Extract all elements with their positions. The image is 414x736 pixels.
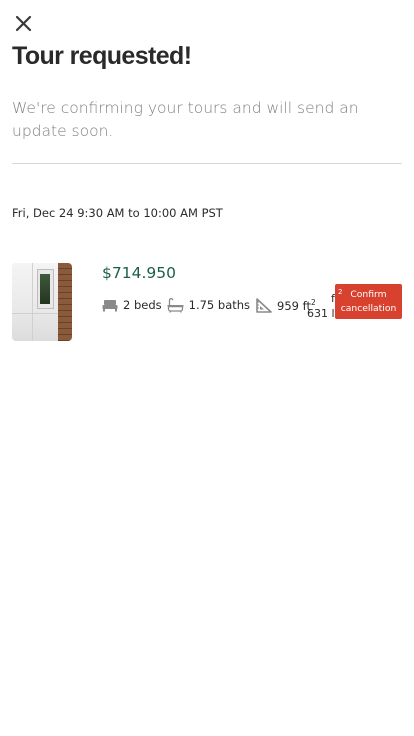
tour-date-time: Fri, Dec 24 9:30 AM to 10:00 AM PST: [12, 206, 223, 220]
beds-label: 2 beds: [123, 298, 162, 312]
close-icon: [15, 15, 32, 32]
close-button[interactable]: [14, 14, 34, 34]
bathtub-icon: [167, 297, 184, 313]
confirm-superscript: 2: [338, 288, 343, 296]
confirm-label-line1: Confirm: [350, 289, 387, 300]
set-square-icon: [256, 297, 272, 313]
listing-specs: 2 beds 1.75 baths 959 ft2: [102, 295, 316, 315]
listing-price: $714.950: [102, 264, 176, 282]
listing-photo[interactable]: [12, 263, 72, 341]
confirm-cancellation-button[interactable]: 2 Confirm cancellation: [335, 284, 402, 319]
baths-spec: 1.75 baths: [167, 297, 251, 313]
divider: [12, 163, 402, 164]
tour-requested-sheet: Tour requested! We're confirming your to…: [0, 0, 414, 736]
listing-card[interactable]: $714.950 2 beds 1.75 baths 959 ft2 f 631…: [12, 262, 404, 342]
baths-label: 1.75 baths: [188, 298, 251, 312]
bed-icon: [102, 299, 118, 311]
beds-spec: 2 beds: [102, 298, 162, 312]
page-title: Tour requested!: [12, 42, 192, 70]
confirmation-message: We're confirming your tours and will sen…: [12, 99, 359, 140]
overflow-text-fragment-2: 631 l: [307, 307, 335, 320]
confirm-label-line2: cancellation: [340, 303, 397, 314]
